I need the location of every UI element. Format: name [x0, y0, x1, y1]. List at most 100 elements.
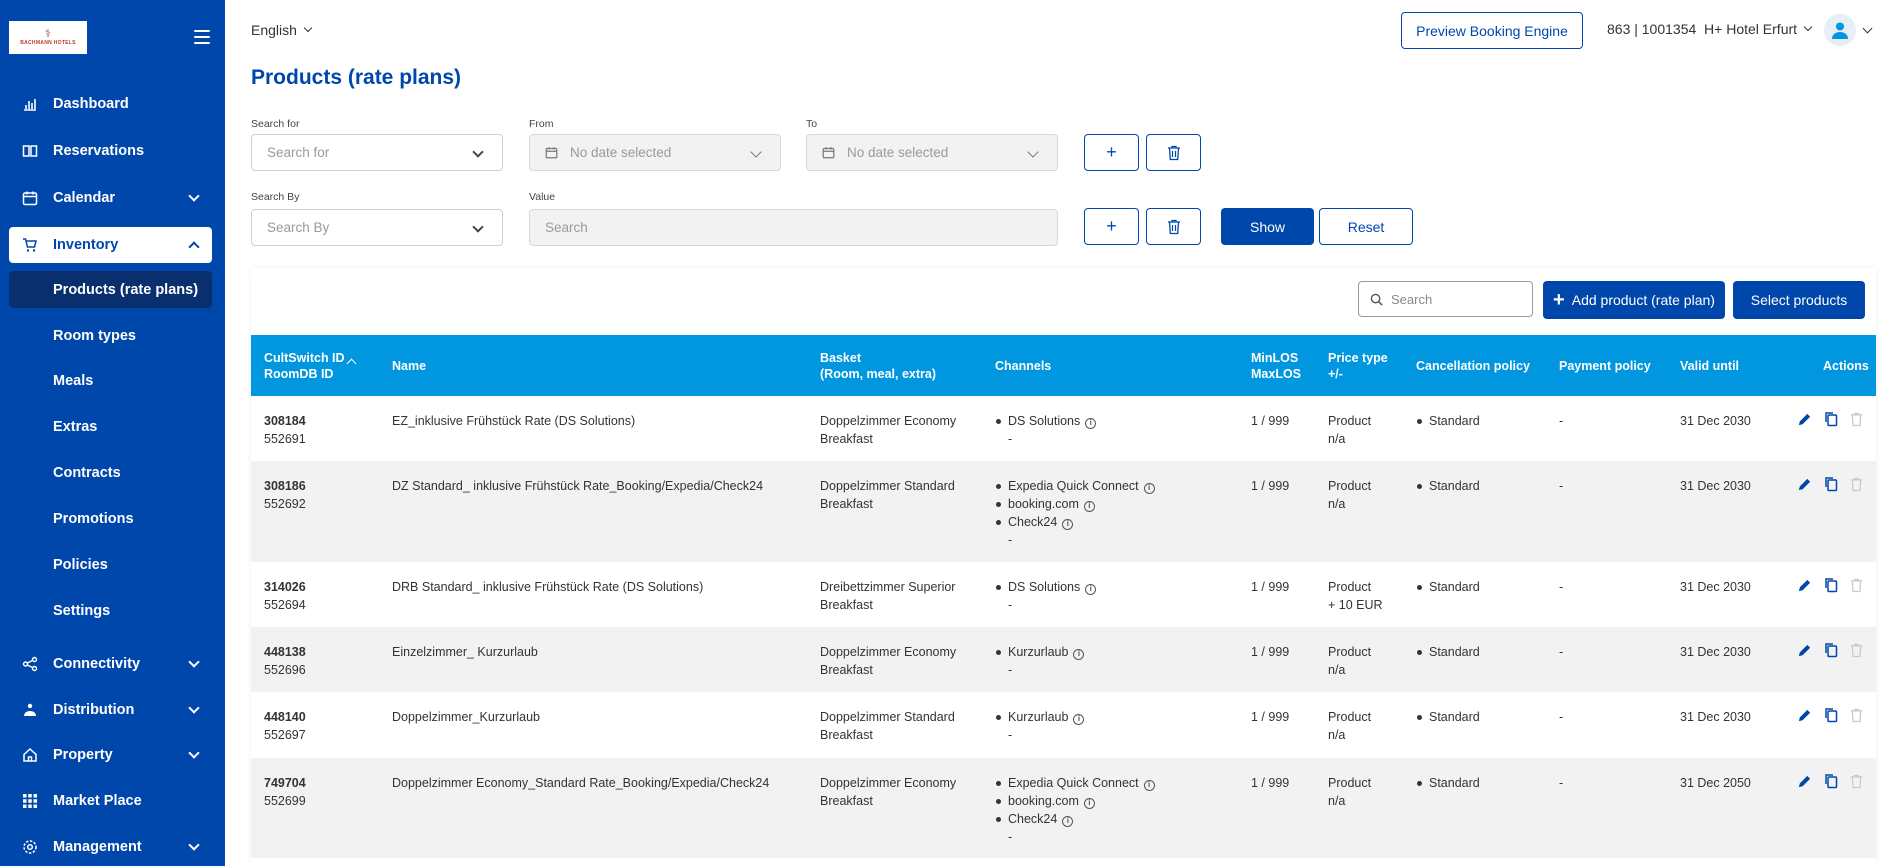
sidebar-subitem-extras[interactable]: Extras: [9, 408, 212, 445]
col-cancellation-label: Cancellation policy: [1416, 358, 1530, 373]
cell-name: DZ Standard_ inklusive Frühstück Rate_Bo…: [392, 479, 764, 493]
table-row: 448138 552696 Einzelzimmer_ Kurzurlaub Dopp…: [251, 627, 1876, 692]
add-search-filter-button[interactable]: +: [1084, 208, 1139, 245]
sidebar-item-management[interactable]: Management: [9, 829, 212, 865]
sidebar-item-connectivity[interactable]: Connectivity: [9, 646, 212, 682]
trash-icon[interactable]: [1848, 410, 1865, 428]
channel-extra: -: [1008, 728, 1013, 742]
trash-icon: [1167, 145, 1180, 160]
sidebar-subitem-settings[interactable]: Settings: [9, 592, 212, 629]
add-product-button[interactable]: + Add product (rate plan): [1543, 281, 1725, 319]
sidebar-subitem-contracts[interactable]: Contracts: [9, 454, 212, 491]
sidebar-subitem-policies[interactable]: Policies: [9, 546, 212, 583]
hotel-select[interactable]: 863 | 1001354 H+ Hotel Erfurt: [1607, 21, 1813, 37]
distribution-icon: [22, 702, 38, 718]
sidebar-subitem-meals[interactable]: Meals: [9, 362, 212, 399]
sidebar-item-label: Market Place: [53, 793, 142, 809]
col-ids[interactable]: CultSwitch ID RoomDB ID: [264, 335, 345, 396]
col-valid: Valid until: [1680, 335, 1739, 396]
info-icon[interactable]: i: [1143, 779, 1155, 791]
sidebar-item-label: Dashboard: [53, 96, 129, 112]
copy-icon[interactable]: [1822, 641, 1839, 659]
copy-icon[interactable]: [1822, 772, 1839, 790]
trash-icon[interactable]: [1848, 772, 1865, 790]
copy-icon[interactable]: [1822, 475, 1839, 493]
sidebar-item-property[interactable]: Property: [9, 737, 212, 773]
logo[interactable]: ⚕ BACHMANN HOTELS: [9, 21, 87, 54]
sidebar-item-inventory[interactable]: Inventory: [9, 227, 212, 263]
info-icon[interactable]: i: [1085, 583, 1097, 595]
info-icon[interactable]: i: [1085, 417, 1097, 429]
price-diff: n/a: [1328, 728, 1346, 742]
sidebar-item-dashboard[interactable]: Dashboard: [9, 86, 212, 122]
search-by-select[interactable]: Search By: [251, 209, 503, 246]
col-actions: Actions: [1823, 335, 1869, 396]
channel-extra: -: [1008, 533, 1013, 547]
trash-icon[interactable]: [1848, 576, 1865, 594]
user-menu-chevron-icon[interactable]: [1862, 23, 1873, 34]
info-icon[interactable]: i: [1073, 713, 1085, 725]
cell-valid: 31 Dec 2030: [1680, 645, 1751, 659]
sidebar-item-distribution[interactable]: Distribution: [9, 692, 212, 728]
col-actions-label: Actions: [1823, 358, 1869, 373]
trash-icon[interactable]: [1848, 706, 1865, 724]
from-date-picker[interactable]: No date selected: [529, 134, 781, 171]
price-type: Product: [1328, 776, 1372, 790]
sidebar-item-market-place[interactable]: Market Place: [9, 783, 212, 819]
chevron-down-icon: [188, 190, 200, 202]
info-icon[interactable]: i: [1073, 648, 1085, 660]
search-for-placeholder: Search for: [267, 145, 330, 160]
sidebar-subitem-room-types[interactable]: Room types: [9, 317, 212, 354]
sidebar-item-reservations[interactable]: Reservations: [9, 133, 212, 169]
search-for-select[interactable]: Search for: [251, 134, 503, 171]
add-date-filter-button[interactable]: +: [1084, 134, 1139, 171]
sort-asc-icon[interactable]: [346, 358, 357, 369]
menu-toggle-icon[interactable]: [194, 30, 210, 44]
copy-icon[interactable]: [1822, 410, 1839, 428]
cell-cancellation: Standard: [1416, 578, 1480, 596]
show-button[interactable]: Show: [1221, 208, 1314, 245]
info-icon[interactable]: i: [1143, 482, 1155, 494]
chevron-down-icon: [303, 23, 313, 33]
chevron-down-icon: [472, 221, 484, 233]
info-icon[interactable]: i: [1083, 500, 1095, 512]
table-search-input[interactable]: Search: [1358, 281, 1533, 317]
delete-date-filter-button[interactable]: [1146, 134, 1201, 171]
language-select[interactable]: English: [251, 22, 313, 38]
info-icon[interactable]: i: [1062, 518, 1074, 530]
avatar[interactable]: [1824, 14, 1856, 46]
chart-bar-icon: [22, 96, 38, 112]
to-date-picker[interactable]: No date selected: [806, 134, 1058, 171]
sidebar-subitem-products[interactable]: Products (rate plans): [9, 271, 212, 308]
select-products-button[interactable]: Select products: [1733, 281, 1865, 319]
edit-icon[interactable]: [1796, 475, 1813, 493]
info-icon[interactable]: i: [1083, 797, 1095, 809]
cultswitch-id: 448140: [264, 710, 306, 724]
search-for-label: Search for: [251, 118, 300, 130]
cell-los: 1 / 999: [1251, 580, 1290, 594]
user-icon: [1832, 22, 1848, 39]
sidebar-item-label: Inventory: [53, 237, 119, 253]
info-icon[interactable]: i: [1062, 815, 1074, 827]
cell-price: Product + 10 EUR: [1328, 578, 1383, 614]
sidebar-subitem-promotions[interactable]: Promotions: [9, 500, 212, 537]
edit-icon[interactable]: [1796, 641, 1813, 659]
copy-icon[interactable]: [1822, 706, 1839, 724]
trash-icon[interactable]: [1848, 641, 1865, 659]
edit-icon[interactable]: [1796, 772, 1813, 790]
chevron-up-icon: [188, 241, 200, 253]
value-input[interactable]: Search: [529, 209, 1058, 246]
channel-name: booking.com: [1008, 794, 1079, 808]
reset-button[interactable]: Reset: [1319, 208, 1413, 245]
sidebar-item-calendar[interactable]: Calendar: [9, 180, 212, 216]
edit-icon[interactable]: [1796, 576, 1813, 594]
delete-search-filter-button[interactable]: [1146, 208, 1201, 245]
cell-valid: 31 Dec 2030: [1680, 580, 1751, 594]
edit-icon[interactable]: [1796, 410, 1813, 428]
edit-icon[interactable]: [1796, 706, 1813, 724]
col-name[interactable]: Name: [392, 335, 426, 396]
copy-icon[interactable]: [1822, 576, 1839, 594]
from-placeholder: No date selected: [570, 145, 672, 160]
preview-booking-engine-button[interactable]: Preview Booking Engine: [1401, 12, 1583, 49]
trash-icon[interactable]: [1848, 475, 1865, 493]
